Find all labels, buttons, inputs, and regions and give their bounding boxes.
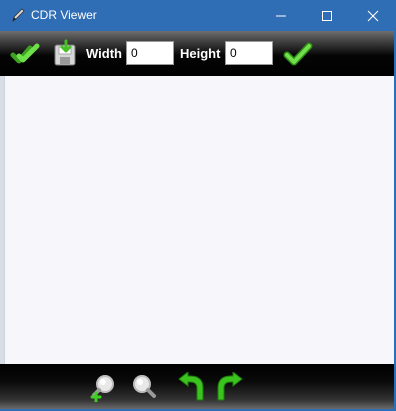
window-title: CDR Viewer (31, 8, 97, 22)
close-button[interactable] (350, 0, 396, 31)
zoom-in-icon[interactable] (88, 372, 118, 403)
double-check-icon[interactable] (10, 39, 40, 69)
save-icon[interactable] (51, 39, 81, 69)
toolbar: Width Height (0, 31, 396, 76)
apply-check-icon[interactable] (283, 39, 313, 69)
width-label: Width (86, 46, 122, 61)
pen-icon (10, 7, 26, 23)
close-icon (367, 10, 379, 21)
minimize-button[interactable] (258, 0, 304, 31)
image-canvas[interactable] (4, 76, 395, 364)
minimize-icon (276, 15, 286, 16)
rotate-left-icon[interactable] (175, 370, 205, 402)
title-bar: CDR Viewer (0, 0, 396, 31)
height-field[interactable] (225, 41, 273, 65)
maximize-icon (322, 10, 332, 21)
bottom-toolbar (0, 364, 394, 409)
maximize-button[interactable] (304, 0, 350, 31)
width-field[interactable] (126, 41, 174, 65)
rotate-right-icon[interactable] (216, 370, 246, 402)
height-label: Height (180, 46, 221, 61)
cdr-viewer-window: CDR Viewer Width Height (0, 0, 396, 411)
zoom-out-icon[interactable] (129, 372, 159, 402)
